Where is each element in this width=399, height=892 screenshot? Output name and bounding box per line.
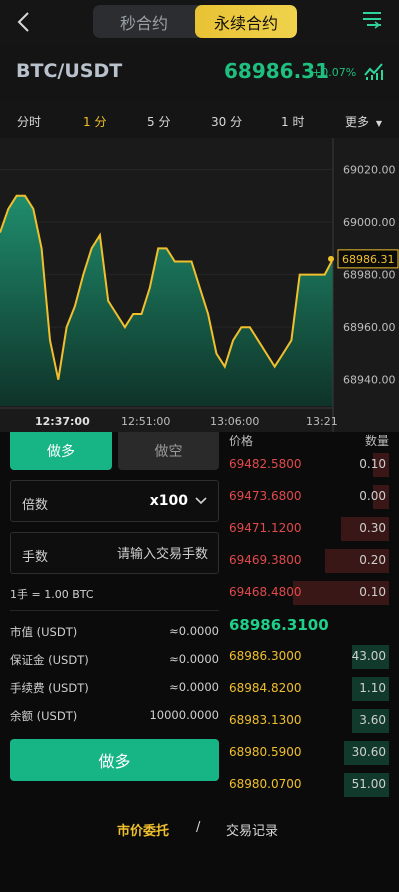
bid-row[interactable]: 68983.1300 3.60	[229, 709, 389, 733]
info-label: 手续费 (USDT)	[10, 681, 89, 695]
pair-name[interactable]: BTC/USDT	[16, 60, 122, 82]
info-value: 10000.0000	[149, 708, 219, 722]
order-price: 69473.6800	[229, 489, 302, 503]
order-qty: 0.30	[359, 521, 386, 535]
last-price-dot	[328, 255, 334, 262]
y-tick-label: 69020.00	[343, 164, 396, 177]
tab-long[interactable]: 做多	[10, 432, 112, 470]
ask-row[interactable]: 69468.4800 0.10	[229, 581, 389, 605]
leverage-select[interactable]: 倍数 x100	[10, 480, 219, 522]
y-tick-label: 68940.00	[343, 374, 396, 387]
y-tick-label: 69000.00	[343, 216, 396, 229]
ask-row[interactable]: 69482.5800 0.10	[229, 453, 389, 477]
tab-short[interactable]: 做空	[118, 432, 219, 470]
timeframe-more-label: 更多	[345, 115, 370, 129]
bid-row[interactable]: 68984.8200 1.10	[229, 677, 389, 701]
info-balance: 余额 (USDT) 10000.0000	[10, 708, 219, 724]
quantity-input[interactable]	[78, 543, 208, 565]
tab-perpetual-contract[interactable]: 永续合约	[195, 5, 297, 38]
order-qty: 0.00	[359, 489, 386, 503]
quantity-field: 手数	[10, 532, 219, 574]
info-label: 保证金 (USDT)	[10, 653, 89, 667]
price-area	[0, 195, 333, 406]
order-qty: 1.10	[359, 681, 386, 695]
info-market-value: 市值 (USDT) ≈0.0000	[10, 624, 219, 640]
info-label: 余额 (USDT)	[10, 709, 78, 723]
info-value: ≈0.0000	[169, 652, 219, 666]
order-price: 69468.4800	[229, 585, 302, 599]
order-qty: 0.20	[359, 553, 386, 567]
lot-size-note: 1手 = 1.00 BTC	[10, 588, 94, 601]
tab-second-contract[interactable]: 秒合约	[93, 5, 195, 38]
x-tick-label: 13:21	[306, 415, 338, 428]
order-price: 68983.1300	[229, 713, 302, 727]
order-price: 69471.1200	[229, 521, 302, 535]
order-qty: 30.60	[351, 745, 386, 759]
price-chart-svg: 69020.00 69000.00 68980.00 68960.00 68940.00…	[0, 138, 399, 432]
timeframe-line[interactable]: 分时	[17, 113, 41, 130]
order-price: 68984.8200	[229, 681, 302, 695]
order-qty: 3.60	[359, 713, 386, 727]
order-price: 69469.3800	[229, 553, 302, 567]
open-long-button[interactable]: 做多	[10, 739, 219, 781]
bid-row[interactable]: 68980.0700 51.00	[229, 773, 389, 797]
order-qty: 0.10	[359, 457, 386, 471]
quantity-label: 手数	[22, 550, 49, 565]
order-price: 68986.3000	[229, 649, 302, 663]
order-qty: 43.00	[351, 649, 386, 663]
ask-row[interactable]: 69471.1200 0.30	[229, 517, 389, 541]
order-price: 68980.0700	[229, 777, 302, 791]
timeframe-bar: 分时 1 分 5 分 30 分 1 时 更多 ▼	[0, 102, 399, 138]
info-fee: 手续费 (USDT) ≈0.0000	[10, 680, 219, 696]
chevron-down-icon	[195, 497, 207, 505]
contract-type-switch: 秒合约 永续合约	[93, 5, 297, 38]
leverage-label: 倍数	[22, 498, 49, 513]
divider	[10, 610, 219, 611]
info-value: ≈0.0000	[169, 680, 219, 694]
info-label: 市值 (USDT)	[10, 625, 78, 639]
x-tick-label: 12:37:00	[35, 415, 90, 428]
x-tick-label: 13:06:00	[210, 415, 259, 428]
back-arrow-icon[interactable]	[14, 10, 34, 34]
ask-row[interactable]: 69469.3800 0.20	[229, 549, 389, 573]
timeframe-1h[interactable]: 1 时	[281, 113, 304, 130]
tab-trade-history[interactable]: 交易记录	[226, 820, 278, 839]
caret-down-icon: ▼	[375, 119, 382, 128]
price-chart[interactable]: 69020.00 69000.00 68980.00 68960.00 68940.00…	[0, 138, 399, 432]
x-tick-label: 12:51:00	[121, 415, 170, 428]
y-tick-label: 68980.00	[343, 269, 396, 282]
menu-icon[interactable]	[361, 9, 383, 31]
order-price: 69482.5800	[229, 457, 302, 471]
timeframe-more[interactable]: 更多 ▼	[345, 113, 382, 130]
orderbook-price-header: 价格	[229, 434, 254, 448]
y-tick-label: 68960.00	[343, 321, 396, 334]
info-value: ≈0.0000	[169, 624, 219, 638]
timeframe-1m[interactable]: 1 分	[83, 113, 106, 130]
bid-row[interactable]: 68980.5900 30.60	[229, 741, 389, 765]
side-tabs: 做多 做空	[10, 432, 219, 470]
orderbook-qty-header: 数量	[365, 434, 390, 448]
price-change: +0.07%	[312, 66, 357, 79]
timeframe-30m[interactable]: 30 分	[211, 113, 242, 130]
last-price-tag-label: 68986.31	[342, 253, 395, 266]
bid-row[interactable]: 68986.3000 43.00	[229, 645, 389, 669]
footer-separator: /	[196, 820, 201, 835]
info-margin: 保证金 (USDT) ≈0.0000	[10, 652, 219, 668]
ask-row[interactable]: 69473.6800 0.00	[229, 485, 389, 509]
kline-chart-icon[interactable]	[363, 61, 385, 81]
leverage-value: x100	[149, 493, 188, 509]
top-nav: 秒合约 永续合约	[0, 0, 399, 44]
orderbook-mid-price: 68986.3100	[229, 616, 329, 634]
order-price: 68980.5900	[229, 745, 302, 759]
order-qty: 51.00	[351, 777, 386, 791]
tab-market-order[interactable]: 市价委托	[117, 820, 169, 839]
order-qty: 0.10	[359, 585, 386, 599]
timeframe-5m[interactable]: 5 分	[147, 113, 170, 130]
ticker-bar: BTC/USDT 68986.31 +0.07%	[0, 44, 399, 102]
